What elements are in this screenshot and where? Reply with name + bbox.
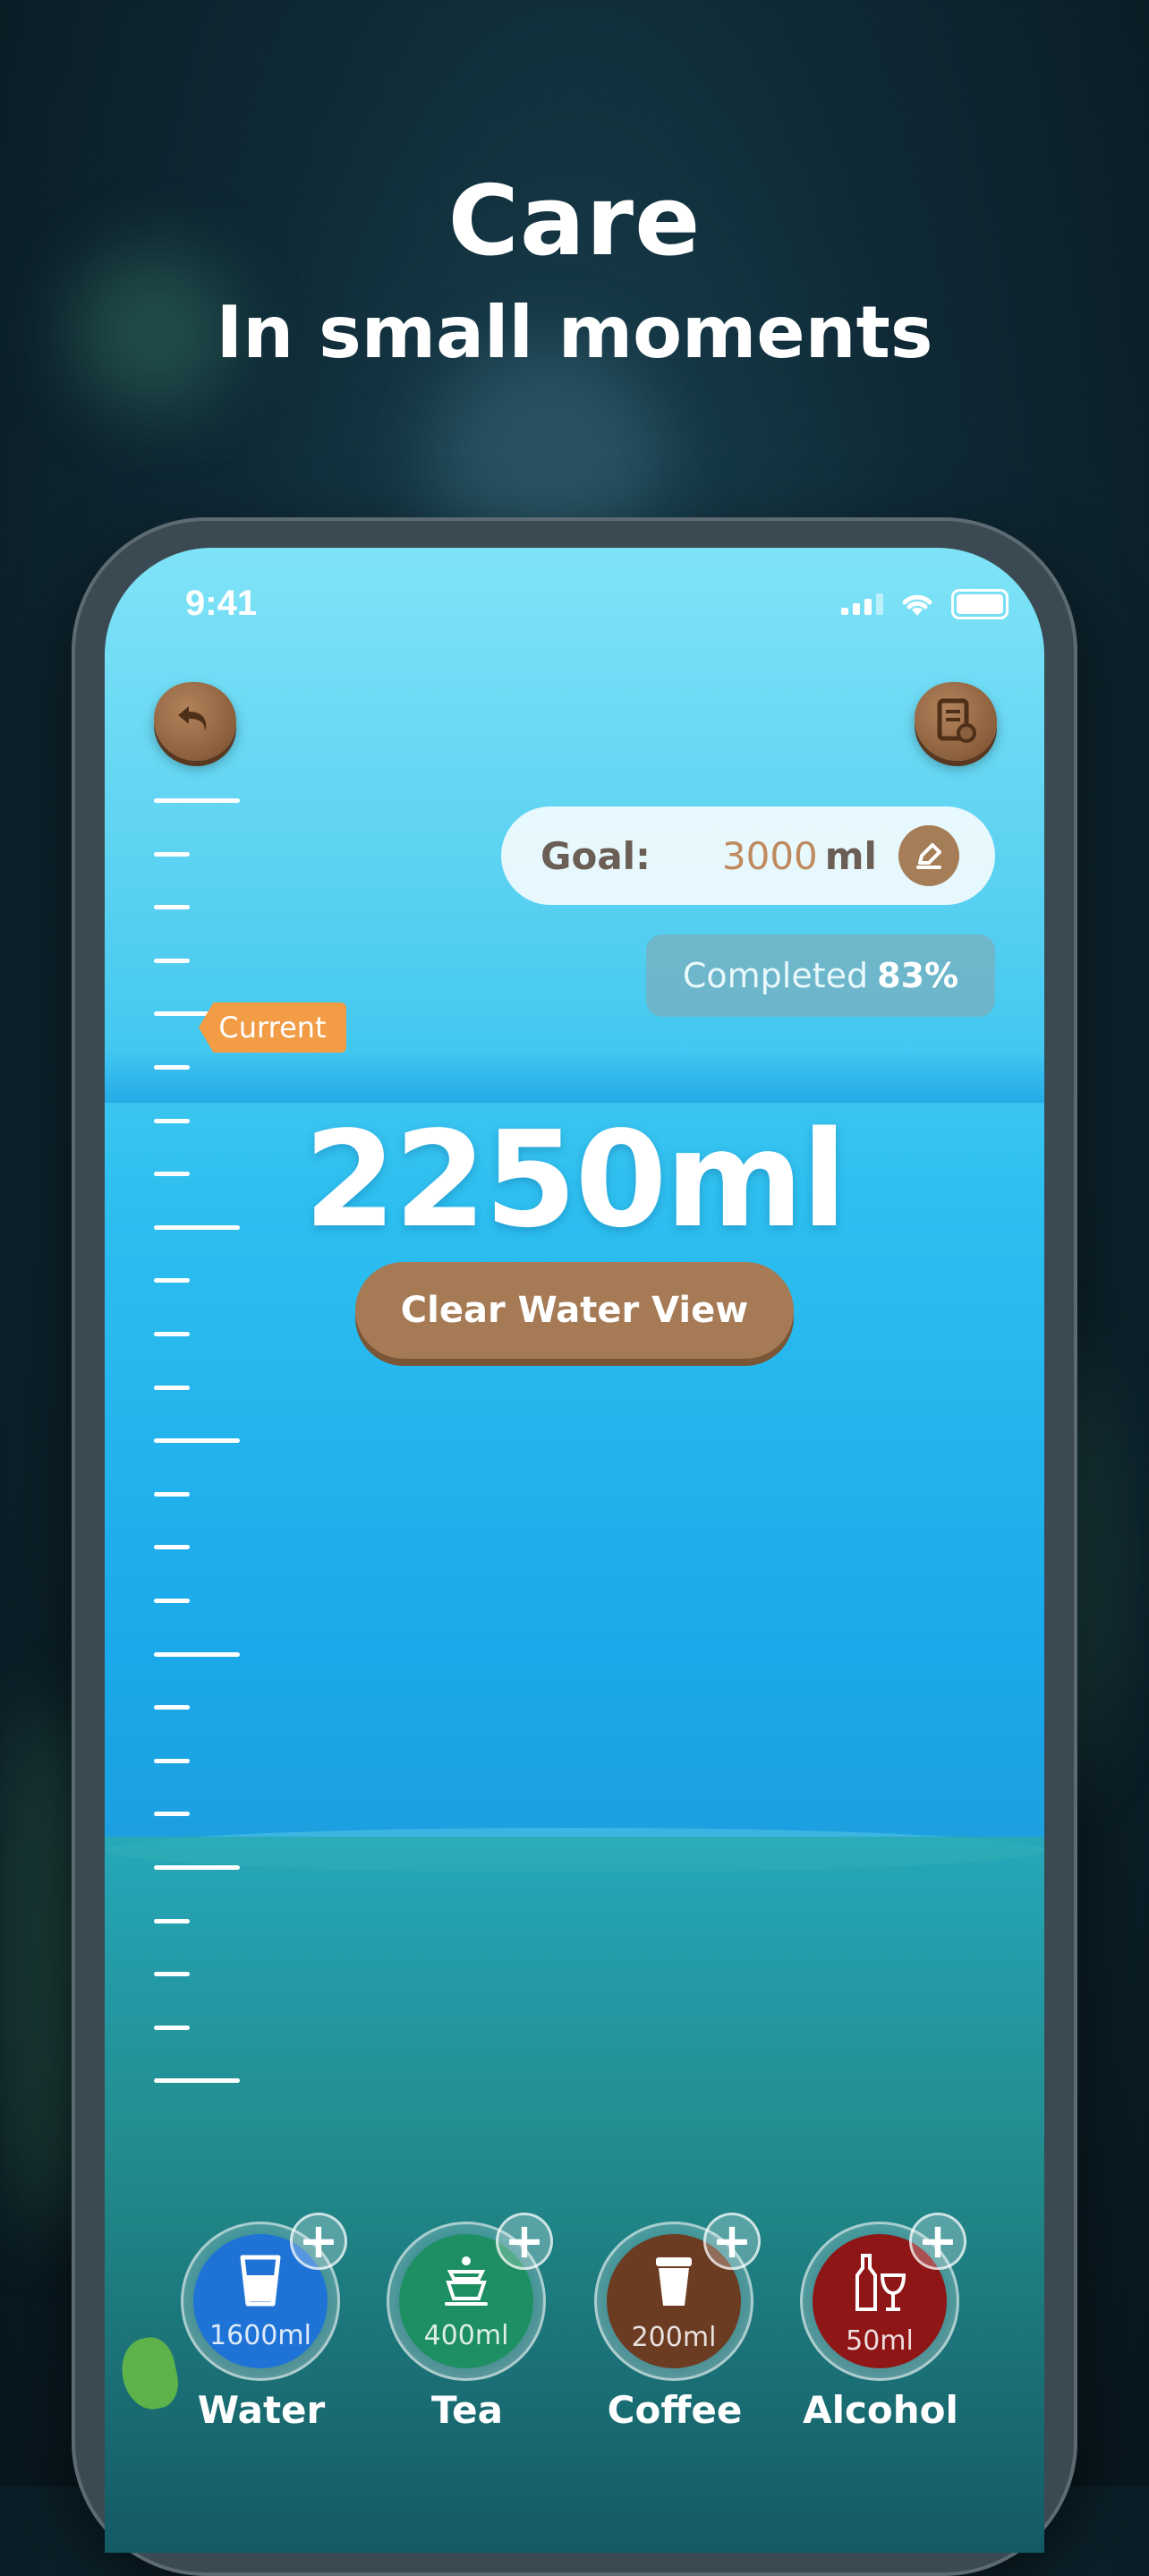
ruler-tick (154, 1438, 240, 1444)
ruler-tick (154, 2078, 240, 2084)
back-button[interactable] (154, 682, 236, 761)
ruler-tick (154, 958, 190, 963)
ruler-tick (154, 1545, 190, 1550)
hero-subtitle: In small moments (216, 291, 933, 374)
seabed (105, 1837, 1044, 2553)
signal-icon (841, 593, 883, 615)
plus-icon: + (298, 2213, 339, 2269)
water-surface (105, 1049, 1044, 1103)
drink-label: Tea (431, 2388, 503, 2432)
goal-value: 3000 (721, 833, 818, 878)
current-amount: 2250ml (303, 1103, 847, 1257)
status-icons (841, 589, 1009, 619)
drink-item-coffee[interactable]: 200ml + Coffee (594, 2213, 761, 2432)
ruler-tick (154, 1865, 240, 1870)
coffee-cup-icon (649, 2252, 699, 2315)
ruler-tick (154, 1918, 190, 1923)
goal-pill: Goal: 3000 ml (501, 806, 995, 905)
completed-badge: Completed 83% (646, 934, 995, 1017)
status-time: 9:41 (185, 584, 258, 623)
wine-icon (850, 2252, 909, 2318)
ruler-tick (154, 1332, 190, 1336)
plus-icon: + (711, 2213, 753, 2269)
drink-item-tea[interactable]: 400ml + Tea (387, 2213, 553, 2432)
drink-amount: 200ml (631, 2322, 717, 2353)
plus-icon: + (917, 2213, 958, 2269)
battery-icon (951, 589, 1009, 619)
goal-label: Goal: (540, 833, 651, 878)
ruler-tick (154, 1651, 240, 1657)
add-alcohol-button[interactable]: + (909, 2213, 966, 2270)
add-water-button[interactable]: + (290, 2213, 347, 2270)
app-screen: 9:41 Current Goal: 3000 ml Completed 83%… (105, 548, 1044, 2553)
ruler-tick (154, 1758, 190, 1763)
plus-icon: + (504, 2213, 545, 2269)
ruler-tick (154, 798, 240, 803)
glass-icon (235, 2252, 285, 2313)
goal-unit: ml (824, 833, 877, 878)
ruler-tick (154, 1972, 190, 1977)
add-coffee-button[interactable]: + (703, 2213, 761, 2270)
ruler-tick (154, 1065, 190, 1070)
ruler-tick (154, 1812, 190, 1817)
clear-water-view-button[interactable]: Clear Water View (355, 1262, 794, 1359)
hero-title: Care (447, 166, 702, 277)
drink-bubble[interactable]: 200ml + (594, 2213, 761, 2381)
drink-label: Coffee (607, 2388, 743, 2432)
drink-amount: 50ml (846, 2325, 914, 2357)
ruler-tick (154, 1491, 190, 1497)
completed-label: Completed (682, 956, 869, 995)
ruler-tick (154, 1599, 190, 1603)
wifi-icon (902, 594, 932, 616)
teapot-icon (438, 2252, 495, 2313)
back-arrow-icon (178, 706, 207, 731)
current-level-tag: Current (199, 1002, 346, 1053)
ruler-tick (154, 1705, 190, 1710)
drink-amount: 1600ml (209, 2320, 311, 2351)
completed-value: 83% (877, 956, 959, 995)
report-icon (937, 698, 976, 743)
drink-label: Alcohol (803, 2388, 958, 2432)
edit-goal-button[interactable] (898, 825, 959, 886)
drink-amount: 400ml (423, 2320, 509, 2351)
drink-item-water[interactable]: 1600ml + Water (181, 2213, 347, 2432)
ruler-tick (154, 851, 190, 857)
drink-bubble[interactable]: 1600ml + (181, 2213, 347, 2381)
drink-bubble[interactable]: 50ml + (800, 2213, 966, 2381)
ruler-tick (154, 905, 190, 910)
drink-bubble[interactable]: 400ml + (387, 2213, 553, 2381)
ruler-tick (154, 1278, 190, 1284)
ruler-tick (154, 1385, 190, 1390)
drink-item-alcohol[interactable]: 50ml + Alcohol (800, 2213, 966, 2432)
pencil-icon (916, 843, 941, 869)
ruler-tick (154, 2025, 190, 2030)
add-tea-button[interactable]: + (496, 2213, 553, 2270)
report-button[interactable] (915, 682, 997, 761)
drink-label: Water (197, 2388, 326, 2432)
